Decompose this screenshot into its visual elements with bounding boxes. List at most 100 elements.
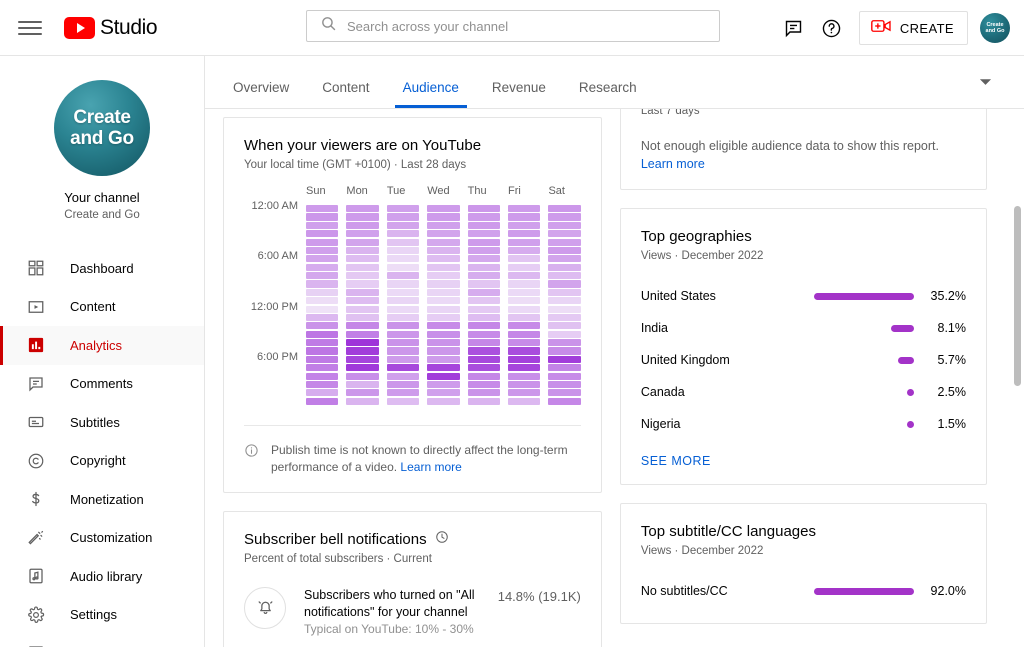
- hamburger-icon[interactable]: [18, 16, 42, 40]
- heatmap-cell[interactable]: [427, 364, 459, 371]
- heatmap-cell[interactable]: [306, 272, 338, 279]
- sidebar-item-comments[interactable]: Comments: [0, 365, 204, 404]
- heatmap-cell[interactable]: [346, 272, 378, 279]
- heatmap-cell[interactable]: [346, 205, 378, 212]
- heatmap-cell[interactable]: [387, 339, 419, 346]
- sidebar-item-analytics[interactable]: Analytics: [0, 326, 204, 365]
- heatmap-cell[interactable]: [387, 398, 419, 405]
- heatmap-cell[interactable]: [387, 213, 419, 220]
- heatmap-cell[interactable]: [346, 331, 378, 338]
- search-input[interactable]: [347, 19, 707, 34]
- heatmap-cell[interactable]: [468, 364, 500, 371]
- heatmap-cell[interactable]: [548, 280, 580, 287]
- heatmap-cell[interactable]: [427, 222, 459, 229]
- heatmap-cell[interactable]: [427, 306, 459, 313]
- heatmap-cell[interactable]: [427, 230, 459, 237]
- heatmap-cell[interactable]: [387, 280, 419, 287]
- tab-revenue[interactable]: Revenue: [489, 80, 549, 108]
- heatmap-cell[interactable]: [427, 356, 459, 363]
- heatmap-cell[interactable]: [427, 239, 459, 246]
- heatmap-cell[interactable]: [427, 297, 459, 304]
- heatmap-cell[interactable]: [468, 239, 500, 246]
- sidebar-item-subtitles[interactable]: Subtitles: [0, 403, 204, 442]
- heatmap-cell[interactable]: [508, 339, 540, 346]
- heatmap-cell[interactable]: [468, 264, 500, 271]
- heatmap-cell[interactable]: [508, 255, 540, 262]
- heatmap-cell[interactable]: [346, 339, 378, 346]
- heatmap-cell[interactable]: [387, 272, 419, 279]
- heatmap-cell[interactable]: [346, 373, 378, 380]
- heatmap-cell[interactable]: [387, 255, 419, 262]
- bar-row[interactable]: India8.1%: [641, 312, 966, 344]
- tab-research[interactable]: Research: [576, 80, 640, 108]
- heatmap-cell[interactable]: [306, 264, 338, 271]
- heatmap-cell[interactable]: [306, 306, 338, 313]
- youtube-studio-logo[interactable]: Studio: [64, 16, 157, 40]
- heatmap-cell[interactable]: [548, 322, 580, 329]
- heatmap-cell[interactable]: [468, 381, 500, 388]
- heatmap-cell[interactable]: [306, 364, 338, 371]
- learn-more-link[interactable]: Learn more: [400, 460, 461, 474]
- heatmap-cell[interactable]: [468, 322, 500, 329]
- heatmap-cell[interactable]: [468, 389, 500, 396]
- bar-row[interactable]: No subtitles/CC92.0%: [641, 575, 966, 607]
- heatmap-cell[interactable]: [306, 213, 338, 220]
- account-avatar[interactable]: Create and Go: [980, 13, 1010, 43]
- heatmap-cell[interactable]: [346, 222, 378, 229]
- heatmap-cell[interactable]: [508, 239, 540, 246]
- heatmap-cell[interactable]: [387, 347, 419, 354]
- heatmap-cell[interactable]: [346, 264, 378, 271]
- heatmap-cell[interactable]: [468, 213, 500, 220]
- heatmap-cell[interactable]: [306, 289, 338, 296]
- heatmap-cell[interactable]: [427, 264, 459, 271]
- tab-content[interactable]: Content: [319, 80, 372, 108]
- content-scrollbar[interactable]: [1014, 206, 1021, 386]
- heatmap-cell[interactable]: [548, 364, 580, 371]
- heatmap-cell[interactable]: [548, 356, 580, 363]
- heatmap-cell[interactable]: [468, 331, 500, 338]
- tab-overview[interactable]: Overview: [230, 80, 292, 108]
- sidebar-item-content[interactable]: Content: [0, 288, 204, 327]
- heatmap-cell[interactable]: [548, 389, 580, 396]
- heatmap-cell[interactable]: [548, 306, 580, 313]
- heatmap-cell[interactable]: [306, 339, 338, 346]
- heatmap-cell[interactable]: [387, 381, 419, 388]
- heatmap-cell[interactable]: [427, 280, 459, 287]
- heatmap-cell[interactable]: [548, 373, 580, 380]
- heatmap-cell[interactable]: [548, 381, 580, 388]
- heatmap-cell[interactable]: [306, 247, 338, 254]
- heatmap-cell[interactable]: [427, 398, 459, 405]
- heatmap-cell[interactable]: [468, 230, 500, 237]
- heatmap-cell[interactable]: [346, 364, 378, 371]
- heatmap-cell[interactable]: [508, 389, 540, 396]
- search-bar[interactable]: [306, 10, 720, 42]
- heatmap-cell[interactable]: [548, 230, 580, 237]
- sidebar-item-settings[interactable]: Settings: [0, 596, 204, 635]
- heatmap-cell[interactable]: [387, 239, 419, 246]
- heatmap-cell[interactable]: [346, 239, 378, 246]
- heatmap-cell[interactable]: [387, 314, 419, 321]
- heatmap-cell[interactable]: [387, 331, 419, 338]
- bar-row[interactable]: Canada2.5%: [641, 376, 966, 408]
- heatmap-cell[interactable]: [508, 289, 540, 296]
- heatmap-cell[interactable]: [548, 213, 580, 220]
- heatmap-cell[interactable]: [508, 280, 540, 287]
- heatmap-cell[interactable]: [548, 347, 580, 354]
- heatmap-cell[interactable]: [508, 373, 540, 380]
- heatmap-cell[interactable]: [548, 272, 580, 279]
- heatmap-cell[interactable]: [508, 247, 540, 254]
- heatmap-cell[interactable]: [346, 314, 378, 321]
- heatmap-cell[interactable]: [306, 314, 338, 321]
- heatmap-cell[interactable]: [508, 264, 540, 271]
- heatmap-cell[interactable]: [548, 289, 580, 296]
- sidebar-item-audio-library[interactable]: Audio library: [0, 557, 204, 596]
- heatmap-cell[interactable]: [468, 306, 500, 313]
- heatmap-cell[interactable]: [387, 230, 419, 237]
- heatmap-cell[interactable]: [346, 389, 378, 396]
- sidebar-item-send-feedback[interactable]: Send feedback: [0, 634, 204, 647]
- tab-audience[interactable]: Audience: [400, 80, 462, 108]
- heatmap-cell[interactable]: [387, 264, 419, 271]
- heatmap-cell[interactable]: [346, 347, 378, 354]
- heatmap-cell[interactable]: [548, 297, 580, 304]
- bar-row[interactable]: United States35.2%: [641, 280, 966, 312]
